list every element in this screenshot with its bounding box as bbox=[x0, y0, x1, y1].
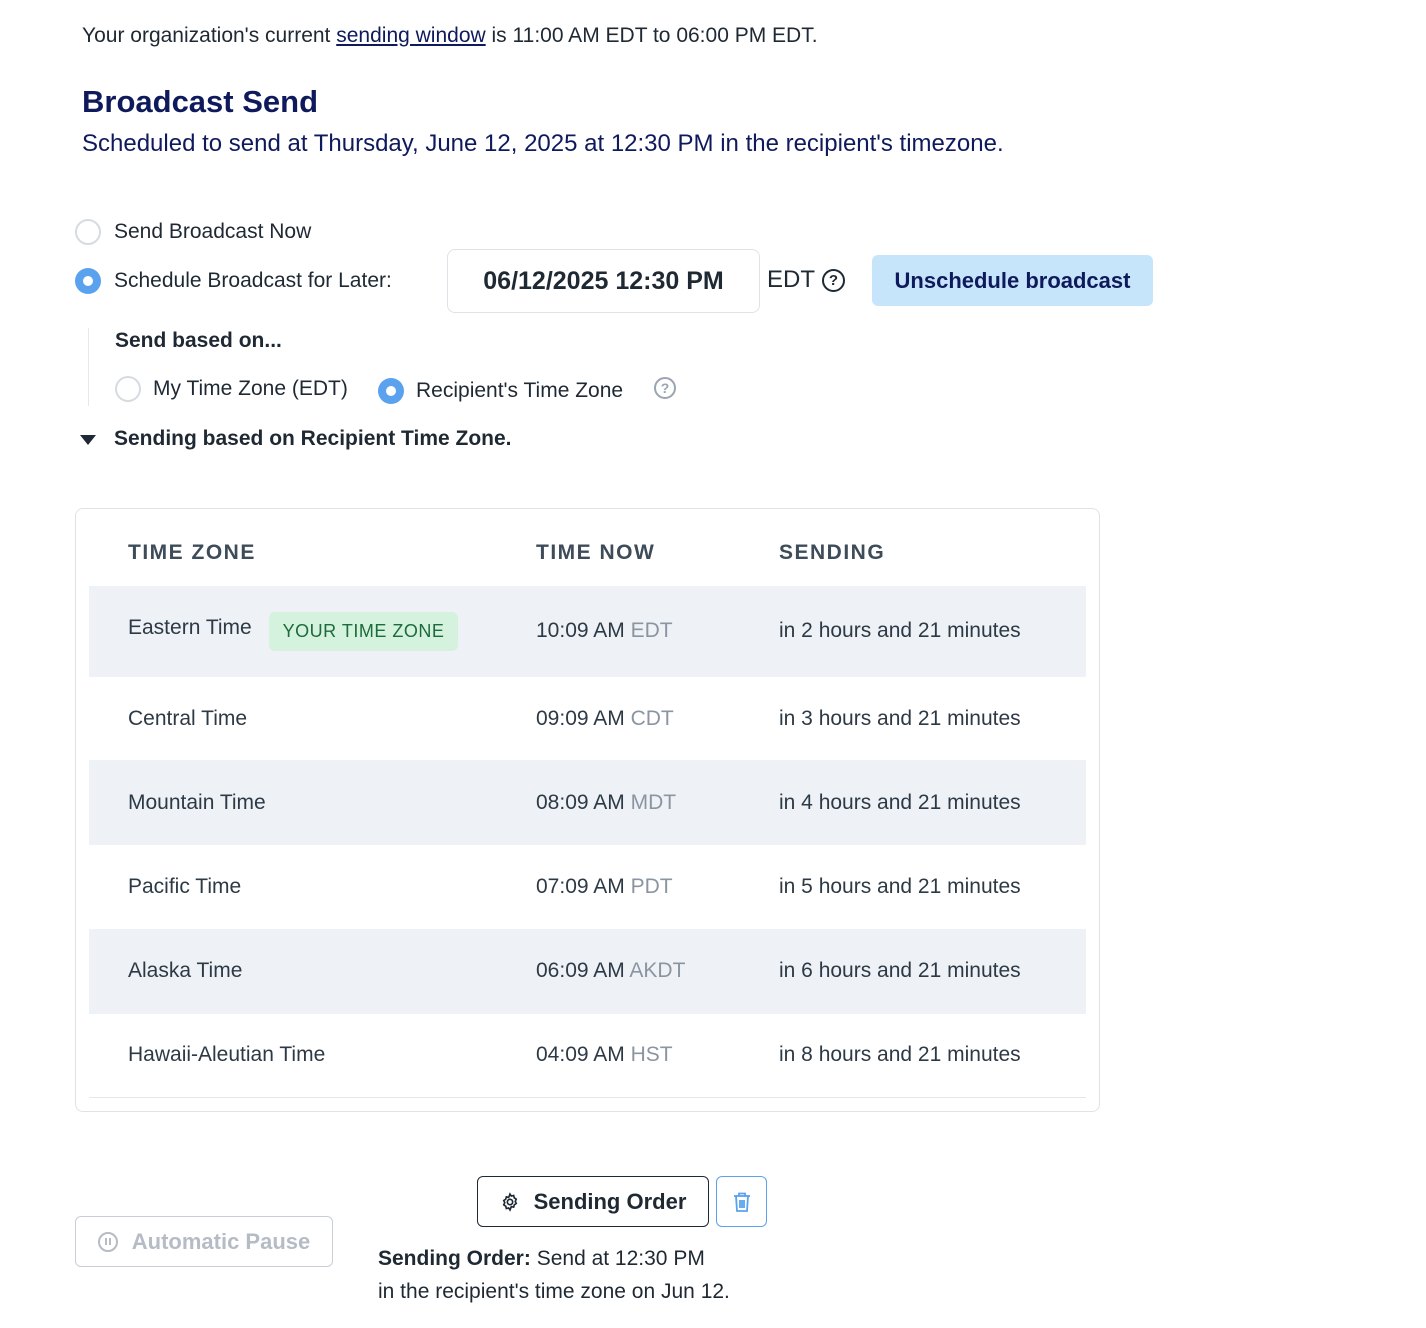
pause-icon bbox=[97, 1231, 118, 1252]
caret-down-icon[interactable] bbox=[80, 435, 96, 445]
time-value: 09:09 AM bbox=[536, 707, 625, 730]
page-title: Broadcast Send bbox=[82, 84, 319, 119]
timezone-abbr: EDT bbox=[630, 619, 673, 642]
your-timezone-badge: YOUR TIME ZONE bbox=[269, 612, 458, 651]
help-icon[interactable]: ? bbox=[654, 377, 676, 399]
table-bottom-divider bbox=[89, 1097, 1086, 1098]
summary-line-1: Send at 12:30 PM bbox=[536, 1247, 705, 1270]
sending-window-note: Your organization's current sending wind… bbox=[82, 24, 818, 48]
timezone-name: Eastern Time bbox=[128, 616, 252, 639]
disclosure-label[interactable]: Sending based on Recipient Time Zone. bbox=[114, 427, 512, 451]
recipient-timezone-radio[interactable] bbox=[378, 378, 404, 404]
datetime-input[interactable]: 06/12/2025 12:30 PM bbox=[447, 249, 760, 313]
timezone-name: Pacific Time bbox=[128, 875, 242, 898]
send-based-title: Send based on... bbox=[115, 329, 282, 352]
sending-in: in 4 hours and 21 minutes bbox=[779, 791, 1021, 814]
send-now-label[interactable]: Send Broadcast Now bbox=[114, 220, 311, 244]
gear-icon bbox=[502, 1191, 517, 1212]
timezone-abbr: AKDT bbox=[629, 959, 686, 982]
sending-window-suffix: is 11:00 AM EDT to 06:00 PM EDT. bbox=[491, 24, 818, 47]
send-now-radio[interactable] bbox=[75, 219, 101, 245]
sending-order-button[interactable]: Sending Order bbox=[477, 1176, 709, 1227]
sending-in: in 6 hours and 21 minutes bbox=[779, 959, 1021, 982]
help-icon[interactable]: ? bbox=[822, 269, 845, 292]
summary-label: Sending Order: bbox=[378, 1247, 531, 1270]
sending-in: in 5 hours and 21 minutes bbox=[779, 875, 1021, 898]
time-now: 06:09 AM AKDT bbox=[536, 959, 685, 983]
automatic-pause-label: Automatic Pause bbox=[131, 1228, 311, 1254]
timezone-abbr: HST bbox=[630, 1043, 673, 1066]
unschedule-button[interactable]: Unschedule broadcast bbox=[872, 255, 1153, 306]
section-divider bbox=[88, 328, 89, 406]
sending-in: in 3 hours and 21 minutes bbox=[779, 707, 1021, 730]
timezone-name: Alaska Time bbox=[128, 959, 243, 982]
time-now: 07:09 AM PDT bbox=[536, 875, 673, 899]
sending-order-summary: Sending Order: Send at 12:30 PM in the r… bbox=[378, 1242, 798, 1308]
timezone-label: EDT bbox=[767, 266, 815, 293]
my-timezone-radio[interactable] bbox=[115, 376, 141, 402]
automatic-pause-button[interactable]: Automatic Pause bbox=[75, 1216, 333, 1267]
sending-in: in 8 hours and 21 minutes bbox=[779, 1043, 1021, 1066]
time-value: 06:09 AM bbox=[536, 959, 625, 982]
time-value: 04:09 AM bbox=[536, 1043, 625, 1066]
column-header-timezone: TIME ZONE bbox=[128, 541, 256, 564]
sending-order-label: Sending Order bbox=[533, 1188, 687, 1214]
time-now: 10:09 AM EDT bbox=[536, 619, 673, 643]
delete-button[interactable] bbox=[716, 1176, 767, 1227]
sending-window-link[interactable]: sending window bbox=[336, 24, 485, 47]
timezone-abbr: CDT bbox=[630, 707, 674, 730]
schedule-later-label[interactable]: Schedule Broadcast for Later: bbox=[114, 269, 392, 293]
schedule-later-radio[interactable] bbox=[75, 268, 101, 294]
time-now: 08:09 AM MDT bbox=[536, 791, 676, 815]
trash-icon bbox=[733, 1192, 750, 1212]
column-header-sending: SENDING bbox=[779, 541, 886, 564]
time-now: 09:09 AM CDT bbox=[536, 707, 674, 731]
timezone-abbr: PDT bbox=[630, 875, 673, 898]
sending-window-prefix: Your organization's current bbox=[82, 24, 331, 47]
time-value: 08:09 AM bbox=[536, 791, 625, 814]
column-header-time-now: TIME NOW bbox=[536, 541, 656, 564]
time-value: 10:09 AM bbox=[536, 619, 625, 642]
summary-line-2: in the recipient's time zone on Jun 12. bbox=[378, 1280, 730, 1303]
timezone-name: Central Time bbox=[128, 707, 248, 730]
timezone-name: Mountain Time bbox=[128, 791, 266, 814]
sending-in: in 2 hours and 21 minutes bbox=[779, 619, 1021, 642]
recipient-timezone-label[interactable]: Recipient's Time Zone bbox=[416, 379, 623, 403]
timezone-name: Hawaii-Aleutian Time bbox=[128, 1043, 326, 1066]
time-now: 04:09 AM HST bbox=[536, 1043, 673, 1067]
schedule-subtitle: Scheduled to send at Thursday, June 12, … bbox=[82, 130, 1004, 157]
timezone-abbr: MDT bbox=[630, 791, 677, 814]
my-timezone-label[interactable]: My Time Zone (EDT) bbox=[153, 377, 348, 401]
time-value: 07:09 AM bbox=[536, 875, 625, 898]
